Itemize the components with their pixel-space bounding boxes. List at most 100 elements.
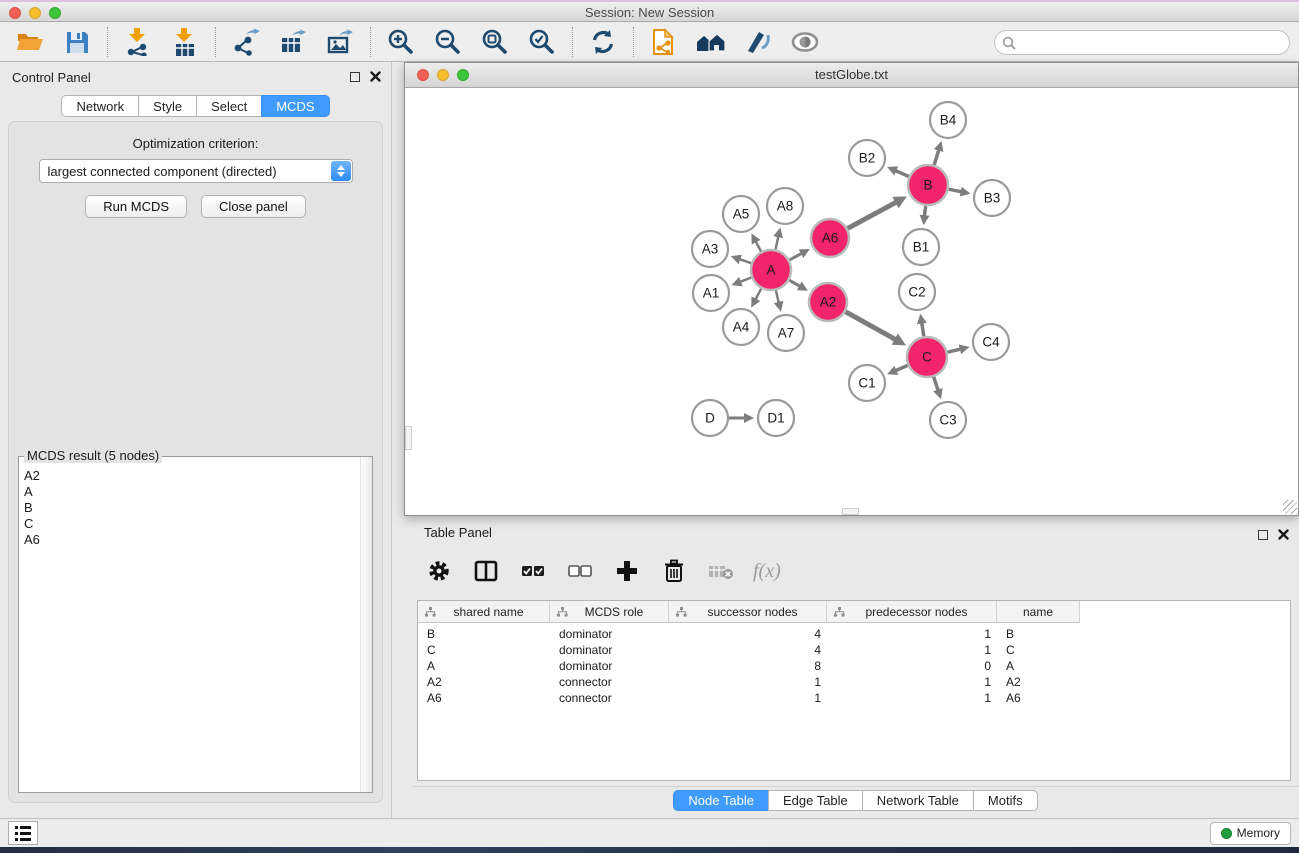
table-row[interactable]: Bdominator41B	[418, 626, 1290, 642]
table-row[interactable]: A6connector11A6	[418, 690, 1290, 706]
graph-node-B1[interactable]: B1	[903, 229, 939, 265]
graph-node-C1[interactable]: C1	[849, 365, 885, 401]
graph-node-D[interactable]: D	[692, 400, 728, 436]
zoom-selected-button[interactable]	[527, 27, 557, 57]
network-scrollbar-vertical[interactable]	[405, 426, 412, 450]
export-table-button[interactable]	[278, 27, 308, 57]
graph-node-B2[interactable]: B2	[849, 140, 885, 176]
graph-edge-C-C2[interactable]	[922, 323, 924, 337]
import-table-button[interactable]	[170, 27, 200, 57]
graph-edge-A-A6[interactable]	[789, 253, 801, 260]
refresh-button[interactable]	[588, 27, 618, 57]
table-cell: 1	[669, 675, 827, 689]
deselect-all-button[interactable]	[565, 556, 595, 586]
graph-edge-A-A2[interactable]	[789, 280, 800, 286]
graph-node-A2[interactable]: A2	[809, 283, 847, 321]
new-network-from-file-button[interactable]	[649, 27, 679, 57]
style-help-button[interactable]	[743, 27, 773, 57]
show-columns-button[interactable]	[471, 556, 501, 586]
graph-node-A4[interactable]: A4	[723, 309, 759, 345]
graph-edge-B-B4[interactable]	[934, 150, 939, 165]
node-table[interactable]: shared nameMCDS rolesuccessor nodesprede…	[417, 600, 1291, 781]
graph-node-B3[interactable]: B3	[974, 180, 1010, 216]
column-header-mcds-role[interactable]: MCDS role	[550, 601, 669, 623]
graph-node-C3[interactable]: C3	[930, 402, 966, 438]
graph-edge-A-A1[interactable]	[740, 278, 751, 282]
run-mcds-button[interactable]: Run MCDS	[85, 195, 187, 218]
graph-node-D1[interactable]: D1	[758, 400, 794, 436]
zoom-in-button[interactable]	[386, 27, 416, 57]
delete-column-button[interactable]	[659, 556, 689, 586]
column-header-predecessor-nodes[interactable]: predecessor nodes	[827, 601, 997, 623]
network-window-titlebar[interactable]: testGlobe.txt	[405, 63, 1298, 88]
graph-edge-A-A7[interactable]	[776, 290, 779, 302]
result-scrollbar[interactable]	[360, 457, 372, 792]
svg-text:C4: C4	[982, 335, 1000, 350]
graph-edge-A-A3[interactable]	[739, 259, 751, 263]
mcds-result-item: C	[24, 516, 356, 532]
graph-edge-A6-B[interactable]	[848, 202, 897, 228]
network-scrollbar-horizontal[interactable]	[842, 508, 859, 515]
graph-node-C[interactable]: C	[907, 337, 947, 377]
tab-edge-table[interactable]: Edge Table	[768, 790, 863, 811]
export-network-button[interactable]	[231, 27, 261, 57]
graph-node-A8[interactable]: A8	[767, 188, 803, 224]
close-panel-icon[interactable]	[370, 71, 381, 82]
tab-motifs[interactable]: Motifs	[973, 790, 1038, 811]
graph-node-A[interactable]: A	[751, 250, 791, 290]
graph-edge-A-A8[interactable]	[775, 236, 778, 249]
graph-node-A7[interactable]: A7	[768, 315, 804, 351]
zoom-out-button[interactable]	[433, 27, 463, 57]
show-hide-button[interactable]	[790, 27, 820, 57]
close-panel-button[interactable]: Close panel	[201, 195, 306, 218]
save-session-button[interactable]	[62, 27, 92, 57]
network-canvas[interactable]: A A1 A2 A3 A4 A5 A6 A7 A8 B B1 B2 B3 B4 C C1 C2 C3 C4 D D1	[405, 89, 1298, 515]
graph-node-A5[interactable]: A5	[723, 196, 759, 232]
graph-node-A6[interactable]: A6	[811, 219, 849, 257]
export-image-button[interactable]	[325, 27, 355, 57]
graph-edge-A-A4[interactable]	[755, 289, 761, 300]
tab-node-table[interactable]: Node Table	[673, 790, 769, 811]
open-session-button[interactable]	[15, 27, 45, 57]
graph-edge-C-C1[interactable]	[895, 365, 907, 370]
table-settings-button[interactable]	[424, 556, 454, 586]
search-field[interactable]	[994, 30, 1290, 55]
select-all-button[interactable]	[518, 556, 548, 586]
graph-edge-B-B3[interactable]	[949, 189, 962, 192]
column-header-name[interactable]: name	[997, 601, 1080, 623]
graph-node-B4[interactable]: B4	[930, 102, 966, 138]
tab-style[interactable]: Style	[138, 95, 197, 117]
column-header-successor-nodes[interactable]: successor nodes	[669, 601, 827, 623]
add-column-button[interactable]	[612, 556, 642, 586]
column-header-shared-name[interactable]: shared name	[418, 601, 550, 623]
resize-grip-icon[interactable]	[1283, 500, 1297, 514]
search-input[interactable]	[1020, 33, 1289, 53]
table-row[interactable]: A2connector11A2	[418, 674, 1290, 690]
table-row[interactable]: Cdominator41C	[418, 642, 1290, 658]
graph-node-C4[interactable]: C4	[973, 324, 1009, 360]
tab-mcds[interactable]: MCDS	[261, 95, 329, 117]
graph-node-B[interactable]: B	[908, 165, 948, 205]
float-panel-icon[interactable]	[350, 72, 360, 82]
import-network-button[interactable]	[123, 27, 153, 57]
graph-edge-C-C4[interactable]	[947, 349, 960, 352]
graph-node-A1[interactable]: A1	[693, 275, 729, 311]
close-table-panel-icon[interactable]	[1278, 529, 1289, 540]
cybrowser-home-button[interactable]	[696, 27, 726, 57]
graph-node-A3[interactable]: A3	[692, 231, 728, 267]
task-history-button[interactable]	[8, 821, 38, 845]
graph-edge-A-A5[interactable]	[756, 241, 761, 251]
zoom-fit-button[interactable]	[480, 27, 510, 57]
criterion-select[interactable]: largest connected component (directed)	[39, 159, 353, 183]
graph-edge-C-C3[interactable]	[934, 377, 939, 391]
graph-edge-B-B1[interactable]	[924, 206, 925, 216]
float-table-panel-icon[interactable]	[1258, 530, 1268, 540]
graph-edge-B-B2[interactable]	[895, 171, 908, 177]
memory-button[interactable]: Memory	[1210, 822, 1291, 845]
graph-node-C2[interactable]: C2	[899, 274, 935, 310]
table-row[interactable]: Adominator80A	[418, 658, 1290, 674]
tab-network-table[interactable]: Network Table	[862, 790, 974, 811]
graph-edge-A2-C[interactable]	[845, 312, 895, 340]
tab-network[interactable]: Network	[61, 95, 139, 117]
tab-select[interactable]: Select	[196, 95, 262, 117]
